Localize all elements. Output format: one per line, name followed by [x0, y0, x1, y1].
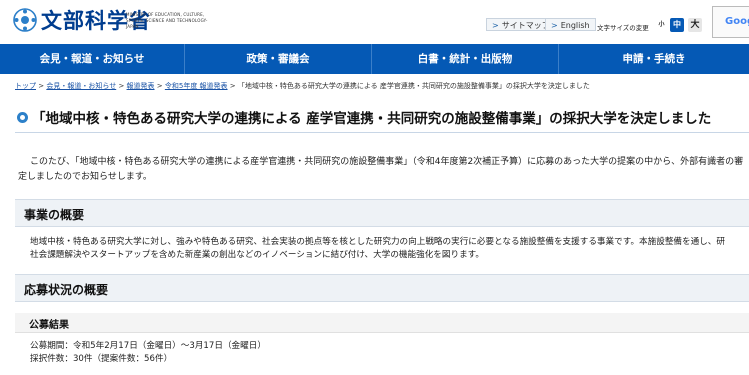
nav-applications[interactable]: 申請・手続き: [559, 44, 749, 74]
font-size-small-button[interactable]: 小: [657, 18, 666, 32]
font-size-label: 文字サイズの変更: [597, 24, 649, 32]
overview-line-2: 社会課題解決やスタートアップを含めた新産業の創出などのイノベーションに結び付け、…: [30, 250, 485, 260]
font-size-medium-button[interactable]: 中: [670, 18, 684, 32]
site-logo-english: MINISTRY OF EDUCATION, CULTURE, SPORTS, …: [126, 12, 208, 29]
section-header-status: 応募状況の概要: [15, 274, 749, 302]
font-size-large-button[interactable]: 大: [688, 18, 702, 32]
section-header-overview: 事業の概要: [15, 199, 749, 227]
breadcrumb-announcements[interactable]: 報道発表: [127, 82, 155, 90]
adoption-count: 採択件数：30件（提案件数：56件）: [30, 354, 173, 364]
application-period: 公募期間：令和5年2月17日（金曜日）～3月17日（金曜日）: [30, 341, 266, 351]
english-label: English: [560, 21, 590, 30]
page-title-block: 「地域中核・特色ある研究大学の連携による 産学官連携・共同研究の施設整備事業」の…: [15, 104, 749, 133]
breadcrumb-fy2023[interactable]: 令和5年度 報道発表: [165, 82, 228, 90]
nav-publications[interactable]: 白書・統計・出版物: [372, 44, 559, 74]
breadcrumb-separator: >: [229, 82, 238, 90]
subsection-title-results: 公募結果: [29, 320, 69, 331]
lead-paragraph: このたび、「地域中核・特色ある研究大学の連携による産学官連携・共同研究の施設整備…: [18, 155, 749, 185]
breadcrumb-separator: >: [156, 82, 165, 90]
arrow-right-icon: >: [551, 21, 558, 30]
breadcrumb-press[interactable]: 会見・報道・お知らせ: [46, 82, 116, 90]
section-title-overview: 事業の概要: [24, 208, 85, 222]
section-title-status: 応募状況の概要: [24, 283, 109, 297]
mext-emblem-icon[interactable]: [13, 8, 37, 32]
nav-press[interactable]: 会見・報道・お知らせ: [0, 44, 185, 74]
site-header: 文部科学省 MINISTRY OF EDUCATION, CULTURE, SP…: [0, 0, 749, 44]
google-search-label: Google: [725, 16, 749, 27]
subsection-header-results: 公募結果: [15, 313, 749, 333]
google-search-box[interactable]: Google: [712, 6, 749, 38]
global-nav: 会見・報道・お知らせ 政策・審議会 白書・統計・出版物 申請・手続き: [0, 44, 749, 74]
lead-line-2: 定しましたのでお知らせします。: [18, 172, 152, 182]
english-link[interactable]: > English: [545, 18, 596, 31]
lead-line-1: このたび、「地域中核・特色ある研究大学の連携による産学官連携・共同研究の施設整備…: [30, 157, 744, 167]
breadcrumb-current: 「地域中核・特色ある研究大学の連携による 産学官連携・共同研究の施設整備事業」の…: [237, 82, 590, 90]
overview-line-1: 地域中核・特色ある研究大学に対し、強みや特色ある研究、社会実装の拠点等を核とした…: [30, 237, 725, 247]
breadcrumb: トップ > 会見・報道・お知らせ > 報道発表 > 令和5年度 報道発表 > 「…: [15, 81, 590, 91]
title-bullet-icon: [17, 112, 28, 123]
sitemap-label: サイトマップ: [501, 21, 550, 30]
nav-policy[interactable]: 政策・審議会: [185, 44, 372, 74]
breadcrumb-separator: >: [118, 82, 127, 90]
page-title: 「地域中核・特色ある研究大学の連携による 産学官連携・共同研究の施設整備事業」の…: [32, 111, 712, 127]
breadcrumb-top[interactable]: トップ: [15, 82, 36, 90]
arrow-right-icon: >: [492, 21, 499, 30]
